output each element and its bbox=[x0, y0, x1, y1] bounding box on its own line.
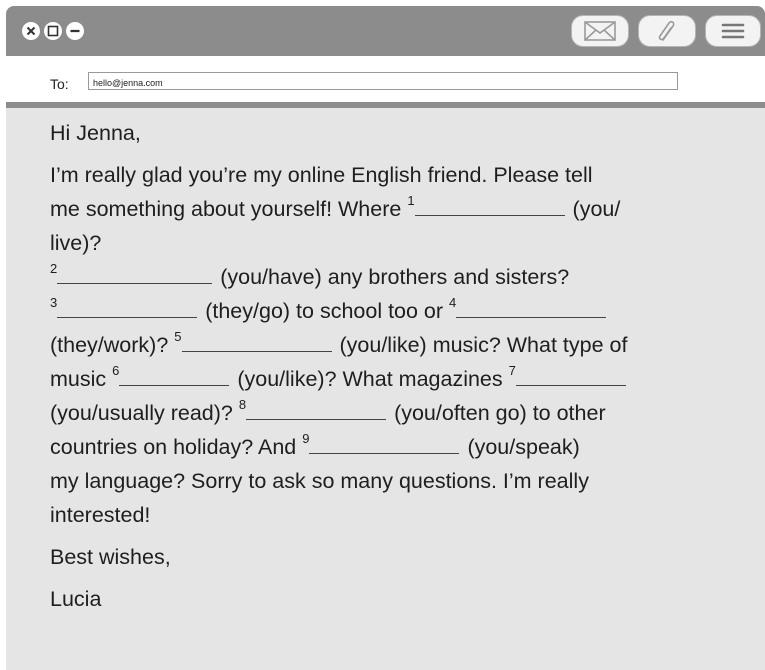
email-window: To: Hi Jenna, I’m really glad you’re my … bbox=[6, 6, 765, 670]
maximize-icon[interactable] bbox=[44, 22, 62, 40]
body-line: I’m really glad you’re my online English… bbox=[50, 163, 593, 187]
answer-blank-4[interactable] bbox=[456, 297, 607, 318]
gap-number: 9 bbox=[302, 431, 310, 446]
menu-button[interactable] bbox=[705, 15, 761, 47]
answer-blank-1[interactable] bbox=[414, 195, 565, 216]
body-line: live)? bbox=[50, 231, 102, 255]
answer-blank-3[interactable] bbox=[57, 297, 198, 318]
body-line: countries on holiday? And 9 (you/speak) bbox=[50, 431, 580, 459]
body-line: my language? Sorry to ask so many questi… bbox=[50, 469, 589, 493]
minimize-icon[interactable] bbox=[66, 22, 84, 40]
answer-blank-8[interactable] bbox=[246, 399, 387, 420]
answer-blank-2[interactable] bbox=[57, 263, 213, 284]
body-line: 3 (they/go) to school too or 4 bbox=[50, 294, 740, 328]
body-line: interested! bbox=[50, 503, 151, 527]
body-line: 2 (you/have) any brothers and sisters? bbox=[50, 261, 570, 289]
close-icon[interactable] bbox=[22, 22, 40, 40]
signature: Lucia bbox=[50, 587, 102, 611]
paperclip-icon bbox=[658, 20, 675, 41]
gap-number: 3 bbox=[50, 295, 58, 310]
to-label: To: bbox=[50, 76, 69, 92]
body-line: (they/work)? 5 (you/like) music? What ty… bbox=[50, 329, 628, 357]
body-line: me something about yourself! Where 1 (yo… bbox=[50, 193, 621, 221]
answer-blank-9[interactable] bbox=[309, 433, 460, 454]
gap-number: 8 bbox=[238, 397, 247, 412]
answer-blank-7[interactable] bbox=[515, 365, 626, 386]
greeting: Hi Jenna, bbox=[50, 121, 141, 145]
gap-number: 2 bbox=[50, 261, 58, 276]
attach-button[interactable] bbox=[638, 15, 696, 47]
body-line: (you/usually read)? 8 (you/often go) to … bbox=[50, 397, 606, 425]
envelope-icon bbox=[584, 21, 616, 41]
gap-number: 5 bbox=[174, 329, 182, 344]
gap-number: 7 bbox=[508, 363, 516, 378]
answer-blank-5[interactable] bbox=[181, 331, 332, 352]
mail-button[interactable] bbox=[571, 15, 629, 47]
recipient-field[interactable] bbox=[88, 72, 678, 91]
closing: Best wishes, bbox=[50, 545, 171, 569]
gap-number: 4 bbox=[449, 295, 457, 310]
menu-icon bbox=[721, 23, 745, 39]
body-line: music 6 (you/like)? What magazines 7 bbox=[50, 362, 740, 396]
gap-number: 1 bbox=[407, 193, 415, 208]
answer-blank-6[interactable] bbox=[119, 365, 230, 386]
recipient-input[interactable] bbox=[89, 75, 677, 91]
email-body: Hi Jenna, I’m really glad you’re my onli… bbox=[50, 116, 740, 616]
gap-number: 6 bbox=[112, 363, 120, 378]
recipient-bar: To: bbox=[6, 56, 765, 108]
title-bar bbox=[6, 6, 765, 56]
